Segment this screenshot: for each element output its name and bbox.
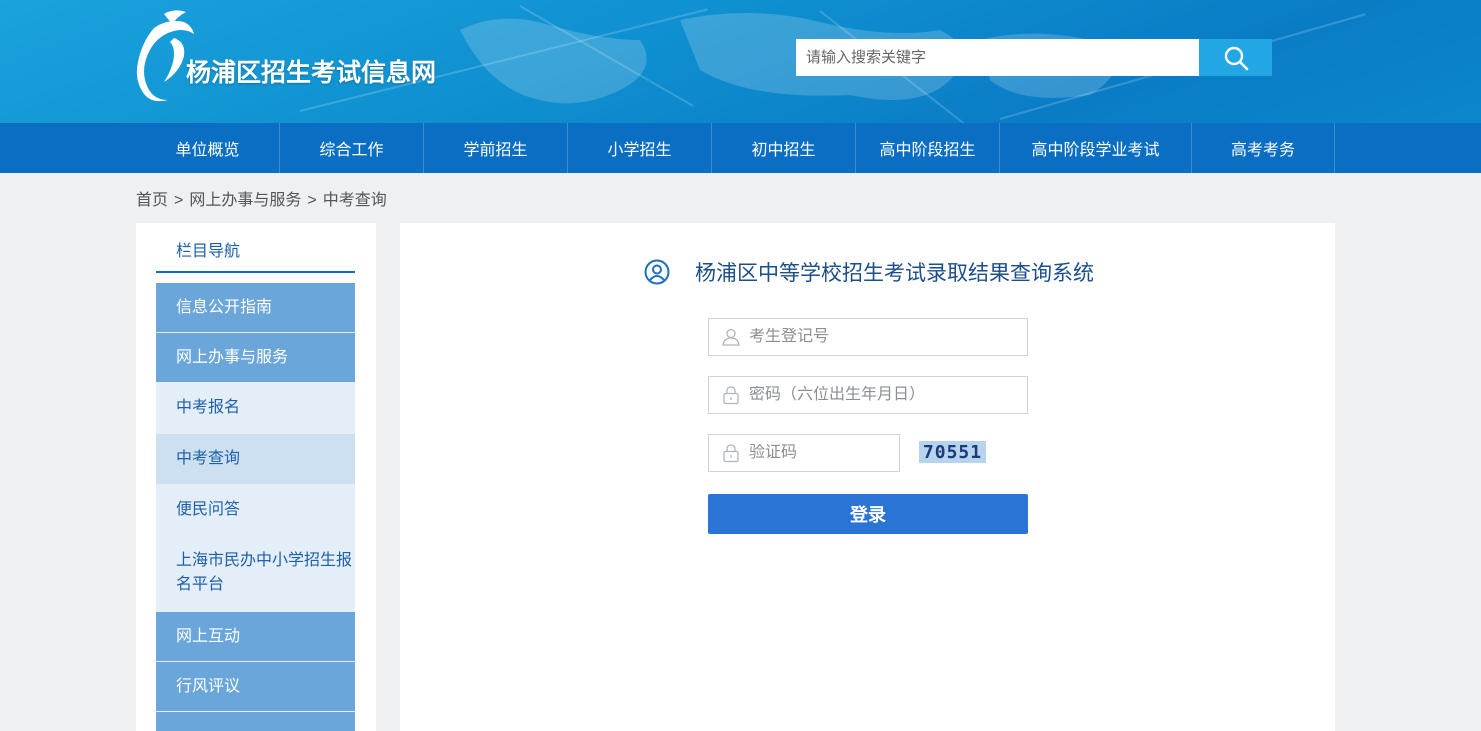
sidebar-title: 栏目导航 xyxy=(156,223,355,273)
nav-item-overview[interactable]: 单位概览 xyxy=(136,123,280,173)
lock-icon xyxy=(723,386,739,405)
site-header: 杨浦区招生考试信息网 xyxy=(0,0,1481,123)
password-input[interactable] xyxy=(749,386,989,404)
registration-field xyxy=(708,318,1028,356)
main-nav: 单位概览 综合工作 学前招生 小学招生 初中招生 高中阶段招生 高中阶段学业考试… xyxy=(0,123,1481,173)
breadcrumb-section[interactable]: 网上办事与服务 xyxy=(189,192,301,209)
search-input[interactable] xyxy=(796,39,1199,76)
nav-item-gaokao[interactable]: 高考考务 xyxy=(1192,123,1335,173)
nav-item-senior-admission[interactable]: 高中阶段招生 xyxy=(856,123,1000,173)
site-title: 杨浦区招生考试信息网 xyxy=(186,58,437,87)
nav-item-junior-high[interactable]: 初中招生 xyxy=(712,123,856,173)
search-icon xyxy=(1224,46,1248,70)
sidebar-item-online-interaction[interactable]: 网上互动 xyxy=(156,612,355,662)
breadcrumb-separator: > xyxy=(307,192,317,209)
sidebar-list: 信息公开指南 网上办事与服务 中考报名 中考查询 便民问答 上海市民办中小学招生… xyxy=(156,283,355,731)
login-button[interactable]: 登录 xyxy=(708,494,1028,534)
sidebar-item-private-school-platform[interactable]: 上海市民办中小学招生报名平台 xyxy=(156,536,355,612)
captcha-input[interactable] xyxy=(749,444,889,462)
user-icon xyxy=(722,328,740,346)
nav-item-general-work[interactable]: 综合工作 xyxy=(280,123,424,173)
sidebar-item-exam-registration[interactable]: 中考报名 xyxy=(156,383,355,434)
sidebar: 栏目导航 信息公开指南 网上办事与服务 中考报名 中考查询 便民问答 上海市民办… xyxy=(136,223,376,731)
sidebar-item-more[interactable] xyxy=(156,712,355,731)
logo-emblem-icon xyxy=(136,10,194,102)
sidebar-item-faq[interactable]: 便民问答 xyxy=(156,485,355,536)
sidebar-item-online-services[interactable]: 网上办事与服务 xyxy=(156,333,355,383)
password-field xyxy=(708,376,1028,414)
search-button[interactable] xyxy=(1199,39,1272,76)
nav-item-preschool[interactable]: 学前招生 xyxy=(424,123,568,173)
sidebar-item-exam-query[interactable]: 中考查询 xyxy=(156,434,355,485)
sidebar-item-info-disclosure[interactable]: 信息公开指南 xyxy=(156,283,355,333)
breadcrumb-current[interactable]: 中考查询 xyxy=(323,192,387,209)
user-circle-icon xyxy=(644,259,670,285)
main-content: 杨浦区中等学校招生考试录取结果查询系统 70551 登录 xyxy=(400,223,1335,731)
breadcrumb-home[interactable]: 首页 xyxy=(136,192,168,209)
breadcrumb: 首页 > 网上办事与服务 > 中考查询 xyxy=(136,186,387,210)
lock-icon xyxy=(723,444,739,463)
site-logo[interactable]: 杨浦区招生考试信息网 xyxy=(134,8,444,104)
nav-item-primary[interactable]: 小学招生 xyxy=(568,123,712,173)
nav-item-senior-exam[interactable]: 高中阶段学业考试 xyxy=(1000,123,1192,173)
captcha-image[interactable]: 70551 xyxy=(919,441,986,463)
registration-number-input[interactable] xyxy=(749,328,989,346)
sidebar-item-conduct-review[interactable]: 行风评议 xyxy=(156,662,355,712)
captcha-field xyxy=(708,434,900,472)
page-title: 杨浦区中等学校招生考试录取结果查询系统 xyxy=(695,262,1094,285)
breadcrumb-separator: > xyxy=(174,192,184,209)
